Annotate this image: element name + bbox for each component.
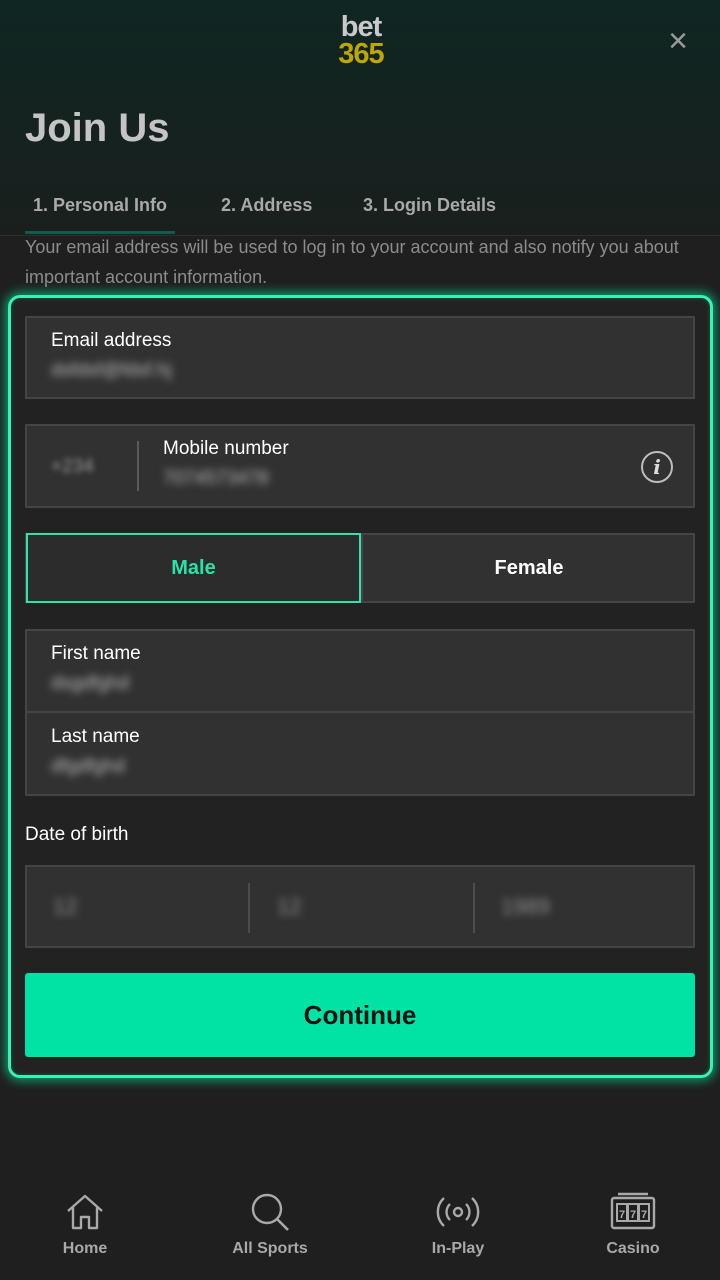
nav-in-play[interactable]: In-Play	[398, 1190, 518, 1270]
dob-field: 12 12 1989	[25, 865, 695, 948]
gender-male-button[interactable]: Male	[26, 533, 361, 603]
broadcast-icon	[436, 1197, 480, 1227]
search-icon	[251, 1193, 289, 1231]
tab-personal-info[interactable]: 1. Personal Info	[25, 188, 176, 234]
dob-divider	[248, 883, 250, 933]
mobile-field[interactable]: +234 Mobile number 7074573478 i	[25, 424, 695, 508]
dob-month-input[interactable]: 12	[277, 867, 301, 946]
nav-home[interactable]: Home	[25, 1190, 145, 1270]
first-name-value[interactable]: dsgdfghd	[51, 673, 129, 695]
logo-text-365: 365	[338, 38, 384, 70]
tab-address[interactable]: 2. Address	[221, 188, 312, 234]
nav-casino-label: Casino	[606, 1240, 660, 1257]
bet365-logo: bet 365	[331, 11, 391, 72]
info-icon[interactable]: i	[641, 451, 673, 483]
dob-day-value: 12	[53, 894, 78, 919]
name-fields: First name dsgdfghd Last name dfgdfghd	[25, 629, 695, 796]
mobile-label: Mobile number	[163, 438, 289, 459]
last-name-label: Last name	[51, 726, 140, 747]
email-label: Email address	[51, 330, 172, 351]
continue-button[interactable]: Continue	[25, 973, 695, 1057]
mobile-divider	[137, 441, 139, 491]
tab-login-details[interactable]: 3. Login Details	[363, 188, 496, 234]
nav-in-play-label: In-Play	[431, 1240, 485, 1257]
dob-month-value: 12	[277, 894, 302, 919]
nav-all-sports-label: All Sports	[232, 1240, 308, 1257]
nav-casino[interactable]: 7 7 7 Casino	[573, 1190, 693, 1270]
svg-text:7: 7	[630, 1209, 636, 1221]
mobile-value[interactable]: 7074573478	[163, 468, 269, 490]
svg-text:7: 7	[619, 1209, 625, 1221]
step-tabs: 1. Personal Info 2. Address 3. Login Det…	[0, 188, 720, 234]
email-value[interactable]: dsfdsf@fdsf.hj	[51, 360, 172, 382]
last-name-value[interactable]: dfgdfghd	[51, 756, 125, 778]
intro-text: Your email address will be used to log i…	[25, 237, 679, 287]
slot-machine-icon: 7 7 7	[610, 1192, 656, 1230]
dob-year-value: 1989	[501, 894, 550, 919]
gender-female-button[interactable]: Female	[361, 535, 695, 601]
registration-page: bet 365 × Join Us 1. Personal Info 2. Ad…	[0, 0, 720, 1280]
country-code[interactable]: +234	[51, 456, 94, 478]
dob-day-input[interactable]: 12	[53, 867, 77, 946]
dob-divider	[473, 883, 475, 933]
first-name-field[interactable]: First name dsgdfghd	[27, 631, 693, 713]
email-field[interactable]: Email address dsfdsf@fdsf.hj	[25, 316, 695, 399]
home-icon	[67, 1194, 103, 1230]
bottom-nav: Home All Sports In-Play 7 7 7 Casino	[0, 1170, 720, 1280]
nav-home-label: Home	[62, 1240, 108, 1257]
last-name-field[interactable]: Last name dfgdfghd	[27, 714, 693, 796]
nav-all-sports[interactable]: All Sports	[210, 1190, 330, 1270]
page-title: Join Us	[25, 106, 170, 150]
header: bet 365 × Join Us 1. Personal Info 2. Ad…	[0, 0, 720, 236]
logo-text-bet: bet	[340, 11, 383, 43]
svg-text:7: 7	[641, 1209, 647, 1221]
first-name-label: First name	[51, 643, 141, 664]
dob-label: Date of birth	[25, 824, 129, 845]
dob-year-input[interactable]: 1989	[501, 867, 550, 946]
close-icon[interactable]: ×	[660, 24, 696, 60]
gender-selector: Male Female	[25, 533, 695, 603]
